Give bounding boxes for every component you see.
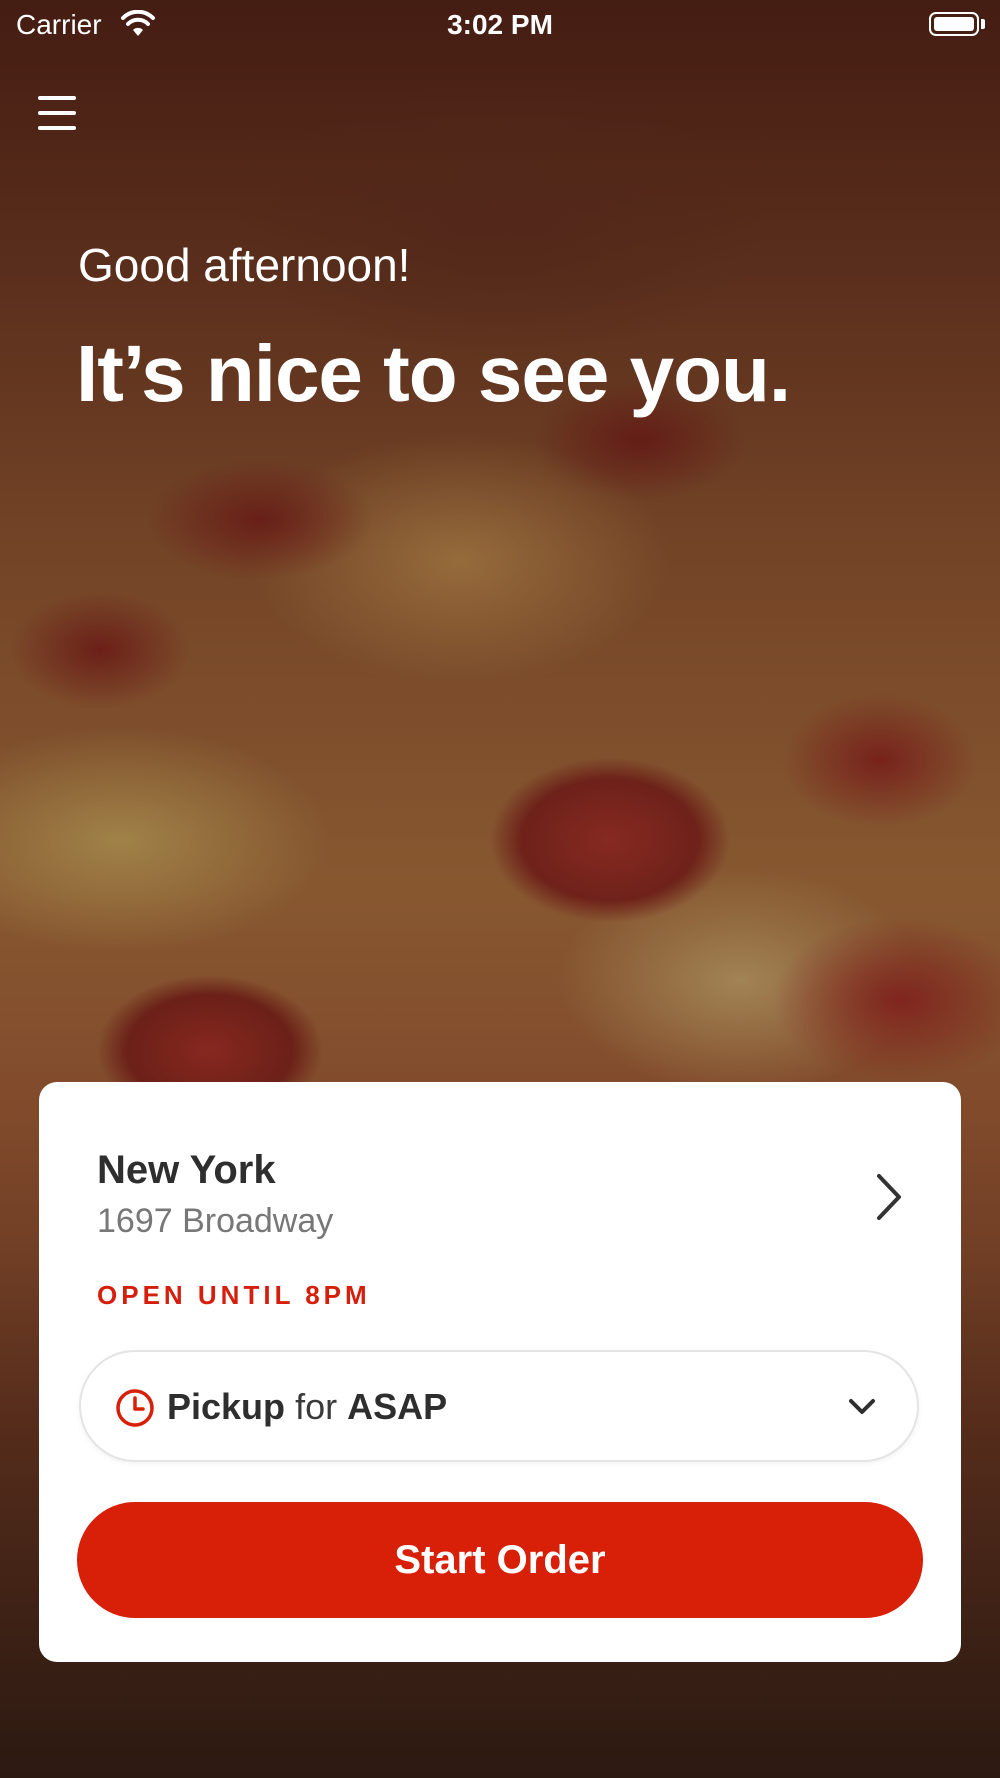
greeting-text: Good afternoon! xyxy=(78,239,411,291)
battery-tip xyxy=(981,19,985,29)
status-bar: Carrier 3:02 PM xyxy=(0,0,1000,50)
start-order-button[interactable]: Start Order xyxy=(77,1502,923,1618)
order-mode-selector[interactable]: Pickup for ASAP xyxy=(79,1350,919,1462)
location-address[interactable]: 1697 Broadway xyxy=(97,1202,333,1241)
headline-text: It’s nice to see you. xyxy=(76,329,791,418)
order-card: New York 1697 Broadway OPEN UNTIL 8PM Pi… xyxy=(39,1082,961,1662)
battery-icon xyxy=(929,12,979,36)
clock-icon xyxy=(116,1389,154,1427)
location-name[interactable]: New York xyxy=(97,1148,276,1193)
order-mode-connector: for xyxy=(295,1386,338,1427)
order-mode-type: Pickup xyxy=(167,1386,286,1427)
hamburger-menu-icon[interactable] xyxy=(36,94,80,132)
chevron-down-icon xyxy=(849,1399,875,1414)
hours-badge: OPEN UNTIL 8PM xyxy=(97,1280,371,1310)
chevron-right-icon[interactable] xyxy=(869,1170,909,1224)
order-mode-text: Pickup for ASAP xyxy=(167,1386,447,1428)
order-mode-time: ASAP xyxy=(347,1386,448,1427)
status-time: 3:02 PM xyxy=(447,9,553,40)
